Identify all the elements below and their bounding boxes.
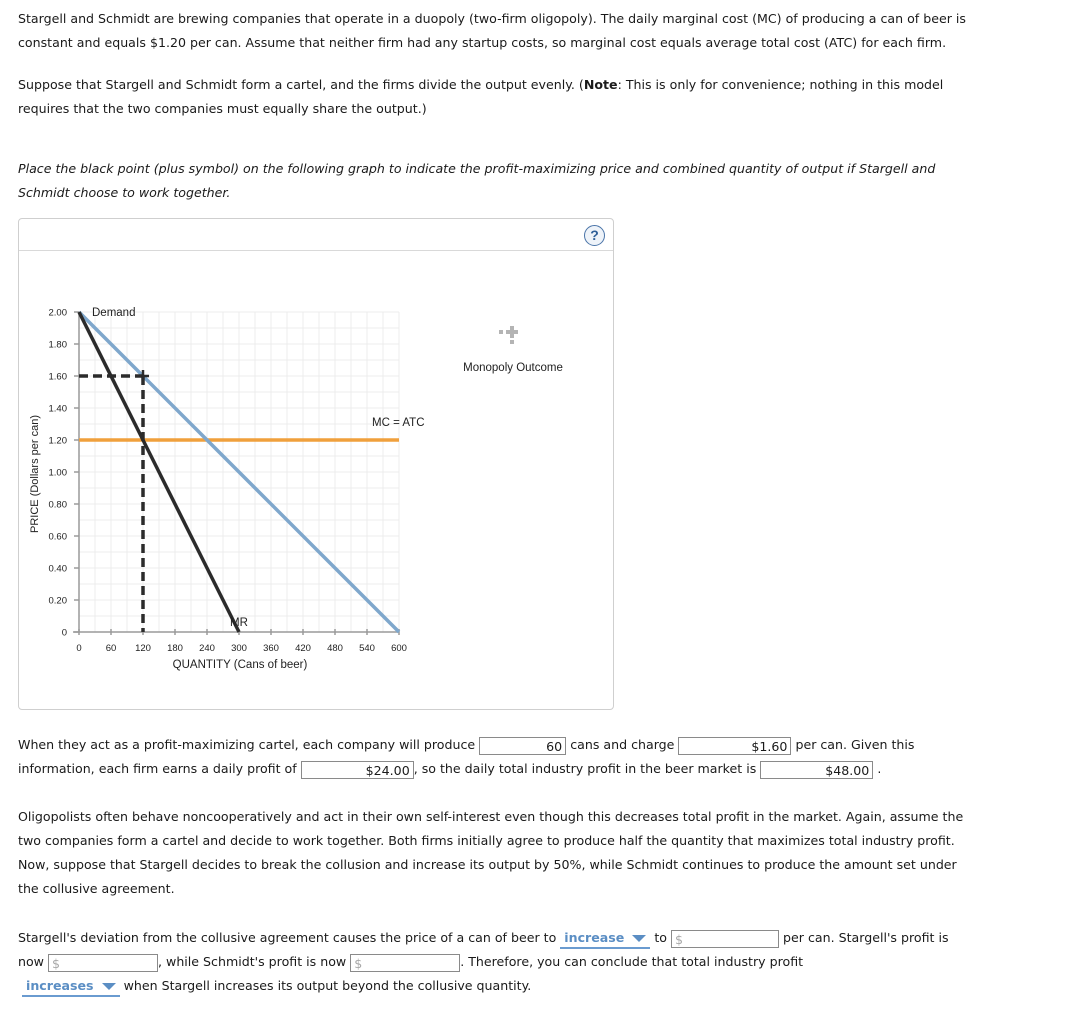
monopoly-outcome-tool[interactable]: Monopoly Outcome [463, 326, 563, 374]
y-tick-label: 0.20 [49, 596, 68, 607]
cartel-text-3: requires that the two companies must equ… [18, 101, 427, 116]
deviation-answers: Stargell's deviation from the collusive … [18, 926, 1058, 998]
oligopoly-line-1: Oligopolists often behave noncooperative… [18, 809, 964, 824]
x-tick-label: 420 [295, 643, 311, 654]
palette-dot-icon-2 [510, 340, 514, 344]
new-price-input[interactable]: $ [671, 929, 780, 948]
y-tick-label: 1.40 [49, 404, 68, 415]
instruction-paragraph: Place the black point (plus symbol) on t… [18, 157, 1058, 205]
cartel-paragraph: Suppose that Stargell and Schmidt form a… [18, 73, 1058, 121]
y-tick-label: 0 [62, 628, 67, 639]
oligopoly-paragraph: Oligopolists often behave noncooperative… [18, 805, 1058, 901]
cartel-answers: When they act as a profit-maximizing car… [18, 733, 1058, 781]
y-axis-label: PRICE (Dollars per can) [29, 415, 41, 533]
answer-text: . Therefore, you can conclude that total… [460, 954, 804, 969]
y-tick-label: 0.40 [49, 564, 68, 575]
palette-dot-icon [499, 330, 503, 334]
chevron-down-icon [101, 983, 116, 990]
x-tick-label: 540 [359, 643, 375, 654]
answer-text: when Stargell increases its output beyon… [123, 978, 532, 993]
intro-line-2: constant and equals $1.20 per can. Assum… [18, 35, 947, 50]
answer-text: , so the daily total industry profit in … [413, 761, 757, 776]
x-tick-label: 600 [391, 643, 407, 654]
oligopoly-line-4: the collusive agreement. [18, 881, 175, 896]
y-tick-label: 1.60 [49, 372, 68, 383]
y-tick-label: 1.00 [49, 468, 68, 479]
x-tick-label: 180 [167, 643, 183, 654]
mr-label: MR [230, 617, 248, 629]
y-tick-label: 1.80 [49, 340, 68, 351]
graph-canvas[interactable]: 0 0.20 0.40 0.60 0.80 1.00 1.20 1.40 1.60 1.80 2.0… [19, 219, 613, 709]
price-direction-value: increase [564, 930, 625, 945]
demand-label: Demand [92, 307, 135, 319]
answer-text: to [654, 930, 668, 945]
cartel-text-2: : This is only for convenience; nothing … [617, 77, 944, 92]
profit-direction-dropdown[interactable]: increases [22, 977, 120, 997]
y-tick-label: 0.60 [49, 532, 68, 543]
x-tick-label: 300 [231, 643, 247, 654]
y-tick-label: 1.20 [49, 436, 68, 447]
answer-text: information, each firm earns a daily pro… [18, 761, 297, 776]
quantity-input[interactable]: 60 [479, 736, 567, 755]
y-tick-label: 2.00 [49, 308, 68, 319]
mc-atc-label: MC = ATC [372, 417, 425, 429]
industry-profit-input[interactable]: $48.00 [760, 760, 874, 779]
oligopoly-line-3: Now, suppose that Stargell decides to br… [18, 857, 957, 872]
intro-paragraph: Stargell and Schmidt are brewing compani… [18, 7, 1058, 55]
answer-text: When they act as a profit-maximizing car… [18, 737, 476, 752]
intro-line-1: Stargell and Schmidt are brewing compani… [18, 11, 966, 26]
x-tick-label: 60 [106, 643, 117, 654]
answer-text: per can. Given this [795, 737, 915, 752]
answer-text: Stargell's deviation from the collusive … [18, 930, 557, 945]
firm-profit-input[interactable]: $24.00 [300, 760, 414, 779]
x-axis-label: QUANTITY (Cans of beer) [173, 659, 308, 671]
instruction-line-1: Place the black point (plus symbol) on t… [18, 161, 936, 176]
chevron-down-icon [632, 935, 647, 942]
stargell-profit-input[interactable]: $ [48, 953, 159, 972]
answer-text: now [18, 954, 44, 969]
x-tick-label: 0 [76, 643, 81, 654]
plus-icon-v [510, 326, 514, 338]
instruction-line-2: Schmidt choose to work together. [18, 185, 231, 200]
profit-direction-value: increases [26, 978, 94, 993]
y-tick-label: 0.80 [49, 500, 68, 511]
answer-text: , while Schmidt's profit is now [158, 954, 347, 969]
answer-text: per can. Stargell's profit is [783, 930, 949, 945]
answer-text: cans and charge [570, 737, 675, 752]
x-tick-label: 120 [135, 643, 151, 654]
x-tick-label: 480 [327, 643, 343, 654]
answer-text: . [877, 761, 882, 776]
cartel-text: Suppose that Stargell and Schmidt form a… [18, 77, 584, 92]
price-direction-dropdown[interactable]: increase [560, 929, 651, 949]
price-input[interactable]: $1.60 [678, 736, 792, 755]
x-tick-label: 360 [263, 643, 279, 654]
graph-panel: ? 0 0.20 0.40 0.60 0.80 1.00 1.20 1.40 1.60 1.80 2… [18, 218, 614, 710]
x-tick-label: 240 [199, 643, 215, 654]
note-label: Note [583, 77, 618, 92]
schmidt-profit-input[interactable]: $ [350, 953, 461, 972]
monopoly-outcome-label: Monopoly Outcome [463, 362, 563, 374]
oligopoly-line-2: two companies form a cartel and decide t… [18, 833, 955, 848]
